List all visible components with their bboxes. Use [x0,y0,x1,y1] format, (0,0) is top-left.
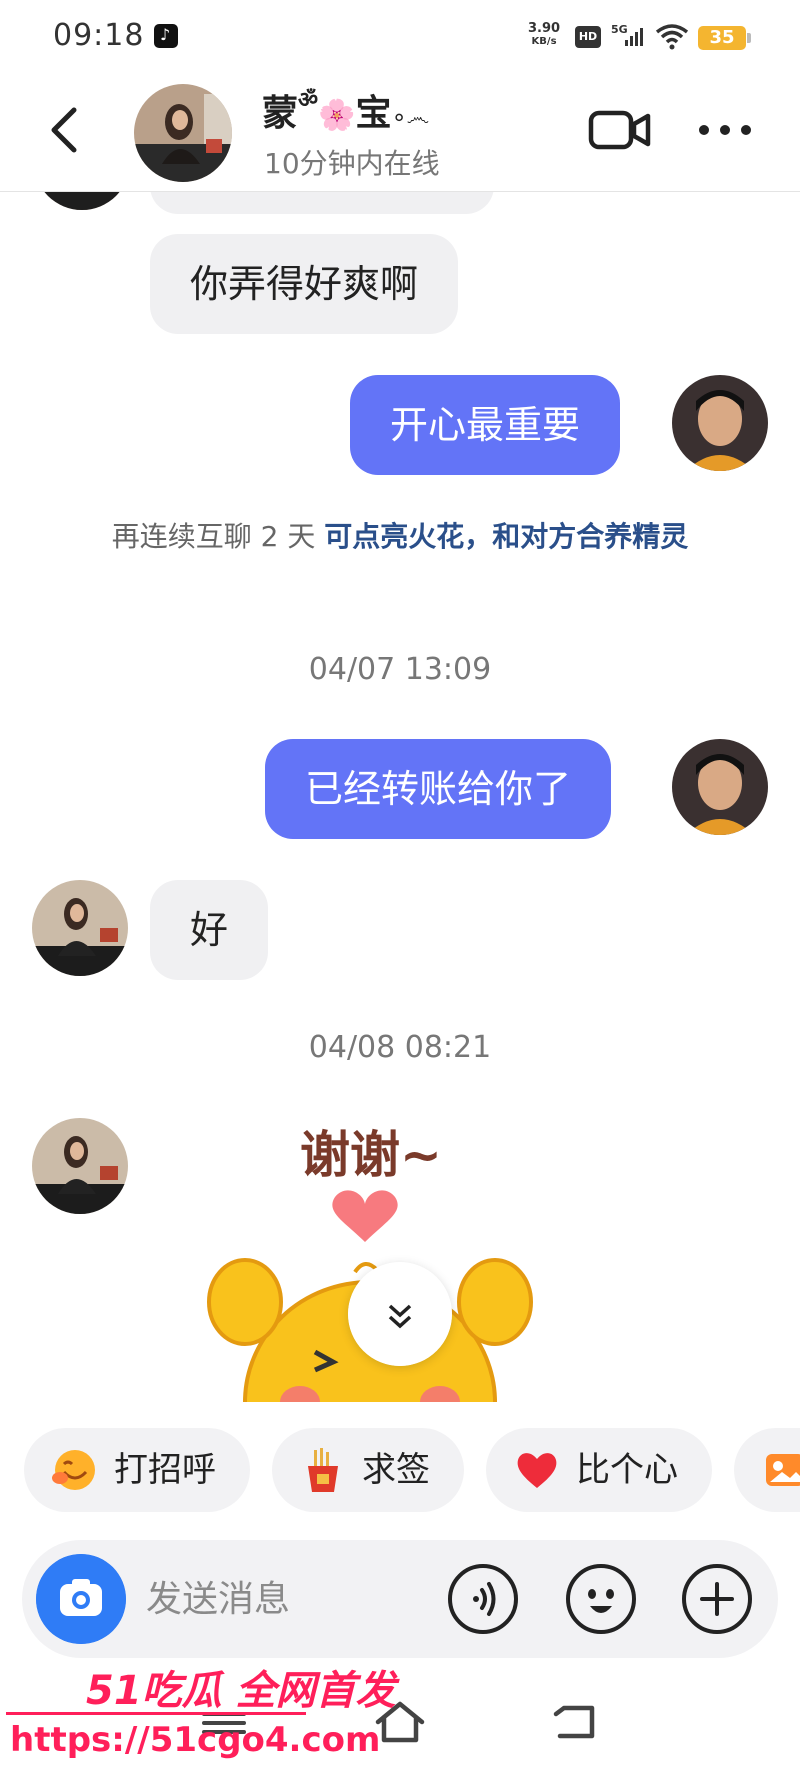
quick-reply-heart[interactable]: 比个心 [486,1428,712,1512]
message-input-bar [22,1540,778,1658]
contact-message-avatar[interactable] [32,880,128,976]
quick-reply-bar: 打招呼 求签 比个心 [0,1402,800,1526]
outgoing-message-bubble[interactable]: 开心最重要 [350,375,621,475]
wifi-icon [655,24,689,50]
network-speed: 3.90 KB/s [528,21,561,47]
timestamp: 04/07 13:09 [308,652,492,687]
hd-badge: HD [575,26,601,48]
name-ornament-icon: ॐ [298,88,319,113]
contact-photo-icon [32,1118,128,1214]
incoming-message-bubble[interactable]: 好 [150,880,269,980]
swirl-ornament-icon: ∘෴ [391,103,430,131]
sticker-text: 谢谢~ [300,1126,442,1184]
watermark-url: https://51cgo4.com [10,1720,381,1760]
contact-photo-icon [134,84,232,182]
heart-icon [517,1453,557,1488]
add-attachment-button[interactable] [680,1562,754,1636]
scroll-to-bottom-button[interactable] [348,1262,452,1366]
camera-button[interactable] [36,1554,126,1644]
voice-message-button[interactable] [446,1562,520,1636]
heart-icon [332,1190,398,1242]
video-call-button[interactable] [588,108,652,152]
fortune-stick-icon [308,1448,338,1492]
timestamp: 04/08 08:21 [308,1030,492,1065]
contact-message-avatar[interactable] [32,1118,128,1214]
message-input[interactable] [146,1540,446,1658]
quick-reply-album[interactable] [734,1428,800,1512]
online-status: 10分钟内在线 [264,147,440,180]
network-type: 5G [611,23,628,36]
photo-album-icon [766,1454,800,1486]
my-avatar[interactable] [672,375,768,471]
status-time: 09:18 [53,18,145,53]
contact-name: 蒙ॐ🌸宝∘෴ [262,88,430,134]
contact-photo-icon [32,880,128,976]
site-watermark: 51吃瓜 全网首发 https://51cgo4.com [0,1652,396,1778]
watermark-title: 51吃瓜 全网首发 [86,1668,396,1714]
more-options-button[interactable] [696,120,754,140]
chat-header: 蒙ॐ🌸宝∘෴ 10分钟内在线 [0,72,800,192]
nav-back-icon[interactable] [552,1700,602,1744]
my-photo-icon [672,375,768,471]
my-photo-icon [672,739,768,835]
back-button[interactable] [44,102,84,158]
status-bar: 09:18 3.90 KB/s HD 5G 35 [0,0,800,72]
battery-indicator: 35 [698,26,751,50]
tiktok-notification-icon [154,24,178,48]
watermark-line [6,1712,306,1715]
flower-icon: 🌸 [318,98,356,133]
contact-avatar[interactable] [134,84,232,182]
quick-reply-fortune[interactable]: 求签 [272,1428,464,1512]
smile-emoji-icon [52,1450,95,1490]
emoji-button[interactable] [564,1562,638,1636]
my-avatar[interactable] [672,739,768,835]
contact-message-avatar[interactable] [34,192,130,210]
incoming-message-bubble-partial[interactable] [150,192,494,214]
thank-you-sticker[interactable]: 谢谢~ [205,1112,535,1402]
quick-reply-greet[interactable]: 打招呼 [24,1428,250,1512]
outgoing-message-bubble[interactable]: 已经转账给你了 [265,739,612,839]
message-list[interactable]: 你弄得好爽啊 开心最重要 再连续互聊 2 天 可点亮火花，和对方合养精灵 04/… [0,192,800,1402]
incoming-message-bubble[interactable]: 你弄得好爽啊 [150,234,459,334]
spark-streak-note: 再连续互聊 2 天 可点亮火花，和对方合养精灵 [111,520,689,553]
spark-link[interactable]: 可点亮火花，和对方合养精灵 [324,520,688,553]
cell-signal-icon: 5G [611,23,643,46]
